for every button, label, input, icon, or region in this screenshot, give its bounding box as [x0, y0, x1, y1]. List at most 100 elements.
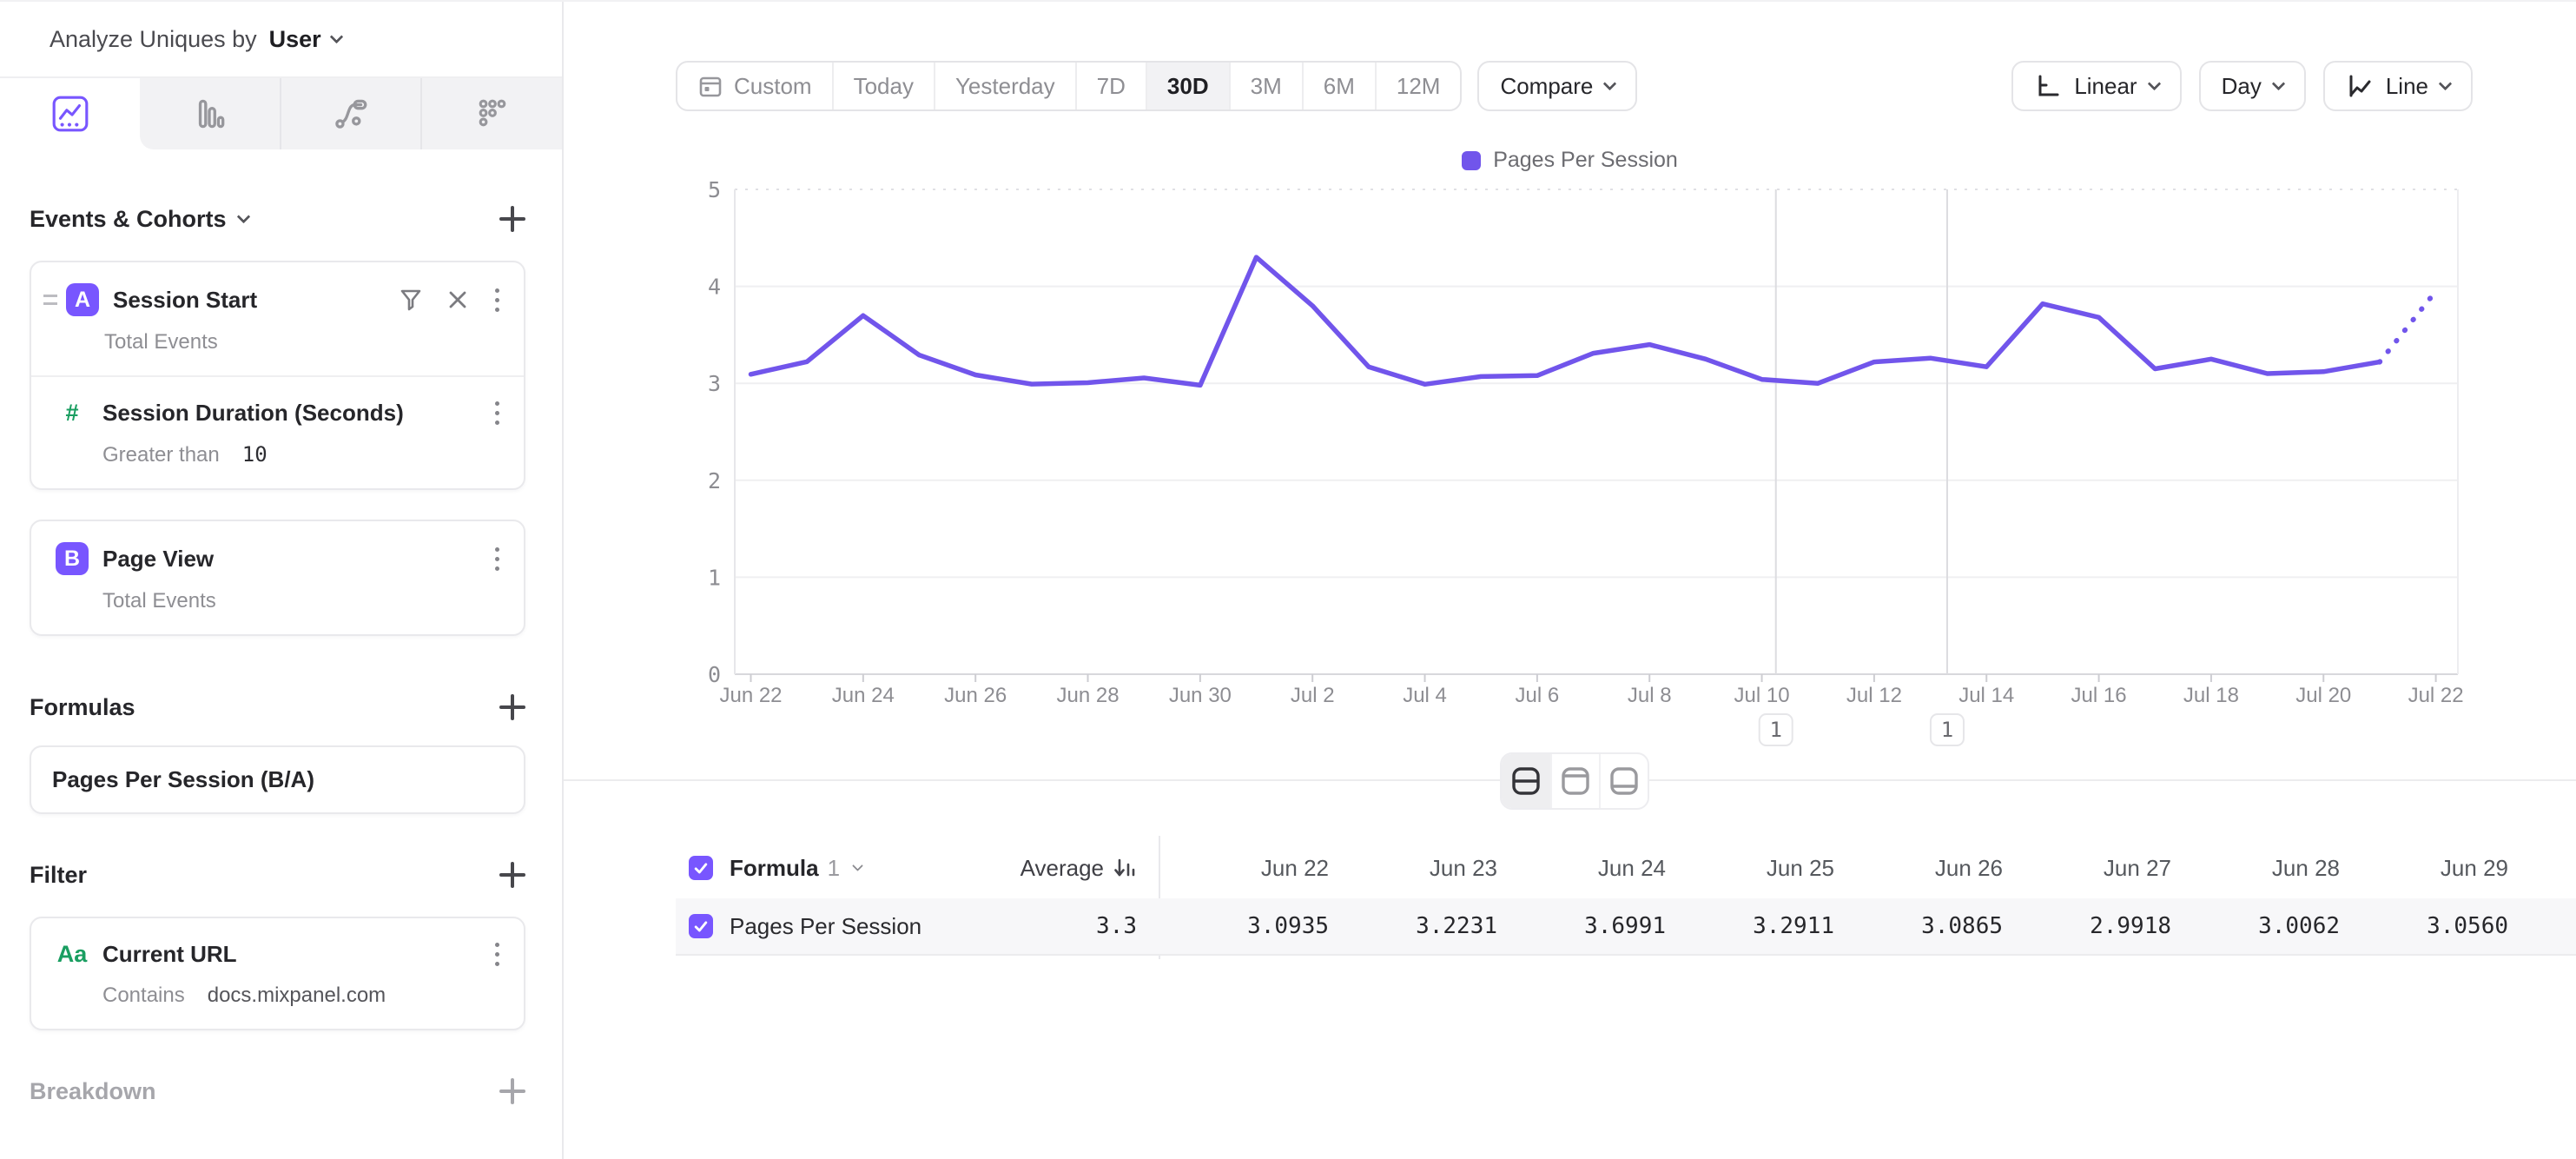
annotation-badge[interactable]: 1 — [1760, 714, 1793, 745]
analyze-by-value: User — [269, 26, 321, 53]
date-column-header: Jun 25 — [1666, 855, 1834, 882]
chart-legend: Pages Per Session — [564, 148, 2576, 173]
tab-retention[interactable] — [420, 78, 562, 149]
range-option-30d[interactable]: 30D — [1146, 63, 1229, 109]
layout-split-horizontal-icon[interactable] — [1502, 754, 1550, 808]
event-metric[interactable]: Total Events — [102, 589, 216, 613]
add-breakdown-button[interactable] — [499, 1078, 525, 1104]
event-badge-a: A — [66, 283, 99, 316]
scale-dropdown[interactable]: Linear — [2011, 61, 2181, 111]
filter-operator[interactable]: Contains — [102, 983, 185, 1008]
date-column-header: Jun 23 — [1329, 855, 1497, 882]
date-column-header: Jun 24 — [1497, 855, 1666, 882]
event-property-row[interactable]: # Session Duration (Seconds) Greater tha… — [31, 377, 524, 488]
x-axis-label: Jun 30 — [1169, 684, 1232, 707]
select-all-checkbox[interactable] — [689, 856, 713, 880]
range-option-today[interactable]: Today — [832, 63, 934, 109]
range-option-12m[interactable]: 12M — [1375, 63, 1461, 109]
filter-funnel-icon[interactable] — [398, 287, 424, 313]
x-axis-label: Jul 12 — [1846, 684, 1902, 707]
series-line[interactable] — [751, 257, 2380, 385]
x-axis-label: Jun 28 — [1056, 684, 1119, 707]
event-row-session-start[interactable]: A Session Start Tot — [31, 262, 524, 375]
range-option-3m[interactable]: 3M — [1229, 63, 1302, 109]
date-cell-value: 3.2911 — [1666, 913, 1834, 939]
range-option-label: 7D — [1097, 73, 1126, 100]
line-chart: 01234511Jun 22Jun 24Jun 26Jun 28Jun 30Ju… — [564, 176, 2576, 801]
date-cell-value: 3.6991 — [1497, 913, 1666, 939]
chart-toolbar: Custom TodayYesterday 7D 30D3M6M 12M Compare… — [564, 61, 2576, 111]
compare-button[interactable]: Compare — [1477, 61, 1637, 111]
more-options-icon[interactable] — [492, 398, 503, 428]
chart-type-dropdown[interactable]: Line — [2323, 61, 2473, 111]
x-axis-label: Jun 22 — [719, 684, 782, 707]
filter-card: Aa Current URL Contains docs.mixpanel.co… — [30, 917, 525, 1030]
add-event-button[interactable] — [499, 206, 525, 232]
date-column-header: Jun 28 — [2171, 855, 2340, 882]
formula-column-header[interactable]: Formula 1 — [730, 855, 963, 882]
event-card-a: A Session Start Tot — [30, 261, 525, 490]
report-type-tabs-inactive — [140, 78, 562, 149]
chevron-down-icon — [329, 30, 343, 43]
date-column-header: Jun 27 — [2003, 855, 2171, 882]
range-option-label: 12M — [1397, 73, 1441, 100]
breakdown-header-label: Breakdown — [30, 1078, 156, 1105]
x-axis-label: Jul 14 — [1958, 684, 2014, 707]
formulas-header-label: Formulas — [30, 694, 135, 721]
compare-label: Compare — [1500, 73, 1593, 100]
range-option-label: Custom — [734, 73, 812, 100]
x-axis-label: Jun 26 — [944, 684, 1007, 707]
svg-text:1: 1 — [1941, 718, 1953, 742]
tab-funnels[interactable] — [140, 78, 280, 149]
linear-axis-icon — [2034, 72, 2062, 100]
x-axis-label: Jul 22 — [2408, 684, 2464, 707]
event-metric[interactable]: Total Events — [104, 330, 218, 354]
legend-swatch[interactable] — [1462, 151, 1481, 170]
legend-label[interactable]: Pages Per Session — [1493, 148, 1678, 173]
annotation-badge[interactable]: 1 — [1931, 714, 1964, 745]
event-card-b: B Page View Total Events — [30, 520, 525, 636]
close-icon[interactable] — [446, 288, 469, 311]
granularity-label: Day — [2222, 73, 2262, 100]
layout-panel-bottom-icon[interactable] — [1599, 754, 1648, 808]
report-type-tabs — [0, 78, 562, 149]
range-option-6m[interactable]: 6M — [1302, 63, 1375, 109]
layout-panel-top-icon[interactable] — [1550, 754, 1599, 808]
event-row-page-view[interactable]: B Page View Total Events — [31, 521, 524, 634]
date-cell-value: 3.2231 — [1329, 913, 1497, 939]
condition-value[interactable]: 10 — [242, 442, 268, 467]
string-property-icon: Aa — [56, 941, 89, 968]
range-option-custom[interactable]: Custom — [677, 63, 832, 109]
add-formula-button[interactable] — [499, 694, 525, 720]
add-filter-button[interactable] — [499, 862, 525, 888]
more-options-icon[interactable] — [492, 544, 503, 574]
average-label: Average — [1020, 855, 1104, 882]
row-average-value: 3.3 — [963, 913, 1137, 939]
filter-value[interactable]: docs.mixpanel.com — [208, 983, 386, 1008]
granularity-dropdown[interactable]: Day — [2199, 61, 2306, 111]
sort-descending-icon — [1113, 856, 1137, 880]
tab-insights[interactable] — [0, 78, 140, 149]
formula-card[interactable]: Pages Per Session (B/A) — [30, 745, 525, 814]
insights-line-chart-icon — [50, 94, 90, 134]
date-cell-value: 3.0935 — [1160, 913, 1329, 939]
row-checkbox[interactable] — [689, 914, 713, 938]
filter-row-current-url[interactable]: Aa Current URL Contains docs.mixpanel.co… — [31, 918, 524, 1029]
date-cell-value: 3.0062 — [2171, 913, 2340, 939]
condition-operator[interactable]: Greater than — [102, 443, 220, 467]
more-options-icon[interactable] — [492, 939, 503, 970]
average-column-header[interactable]: Average — [963, 855, 1137, 882]
analyze-by-dropdown[interactable]: User — [269, 26, 341, 53]
events-header-toggle[interactable]: Events & Cohorts — [30, 206, 248, 233]
events-header-label: Events & Cohorts — [30, 206, 227, 233]
chevron-down-icon — [852, 860, 863, 871]
svg-text:1: 1 — [1770, 718, 1782, 742]
analyze-header: Analyze Uniques by User — [0, 2, 562, 78]
range-option-yesterday[interactable]: Yesterday — [934, 63, 1075, 109]
check-icon — [692, 917, 710, 935]
drag-handle-icon[interactable] — [43, 295, 57, 305]
range-option-7d[interactable]: 7D — [1075, 63, 1146, 109]
tab-flows[interactable] — [280, 78, 421, 149]
query-sections: Events & Cohorts A Session Start — [0, 203, 562, 1107]
more-options-icon[interactable] — [492, 285, 503, 315]
